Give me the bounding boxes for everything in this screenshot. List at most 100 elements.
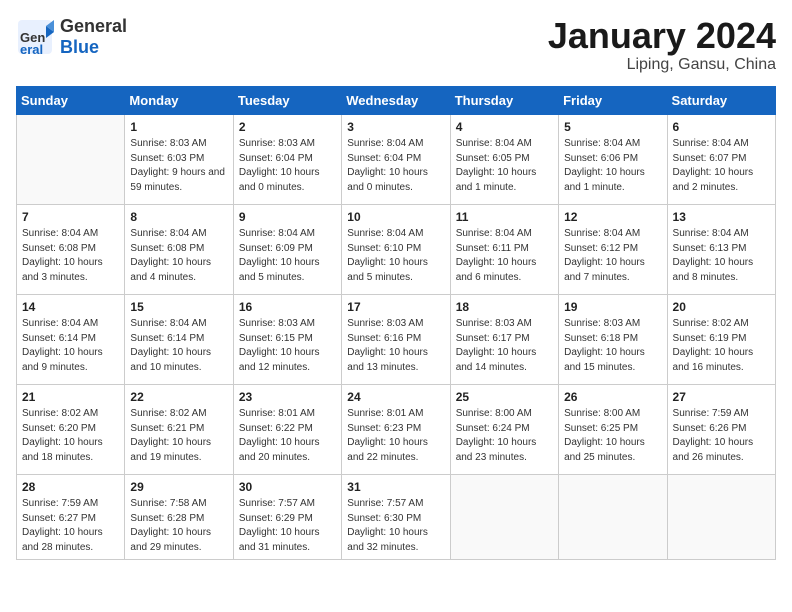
day-info: Sunrise: 8:02 AM Sunset: 6:21 PM Dayligh… (130, 407, 227, 465)
calendar-cell (667, 474, 775, 560)
calendar-cell: 18Sunrise: 8:03 AM Sunset: 6:17 PM Dayli… (450, 294, 558, 384)
calendar-cell: 17Sunrise: 8:03 AM Sunset: 6:16 PM Dayli… (342, 294, 450, 384)
day-info: Sunrise: 8:04 AM Sunset: 6:08 PM Dayligh… (130, 227, 227, 285)
day-info: Sunrise: 7:57 AM Sunset: 6:30 PM Dayligh… (347, 497, 444, 555)
day-info: Sunrise: 7:59 AM Sunset: 6:26 PM Dayligh… (673, 407, 770, 465)
calendar-cell: 14Sunrise: 8:04 AM Sunset: 6:14 PM Dayli… (17, 294, 125, 384)
day-info: Sunrise: 8:04 AM Sunset: 6:13 PM Dayligh… (673, 227, 770, 285)
day-info: Sunrise: 8:01 AM Sunset: 6:22 PM Dayligh… (239, 407, 336, 465)
calendar-cell: 10Sunrise: 8:04 AM Sunset: 6:10 PM Dayli… (342, 204, 450, 294)
day-info: Sunrise: 7:57 AM Sunset: 6:29 PM Dayligh… (239, 497, 336, 555)
day-info: Sunrise: 8:04 AM Sunset: 6:06 PM Dayligh… (564, 137, 661, 195)
day-number: 13 (673, 209, 770, 226)
day-number: 16 (239, 299, 336, 316)
day-number: 5 (564, 119, 661, 136)
day-number: 25 (456, 389, 553, 406)
location: Liping, Gansu, China (548, 56, 776, 74)
logo-blue: Blue (60, 37, 127, 58)
day-info: Sunrise: 8:04 AM Sunset: 6:14 PM Dayligh… (22, 317, 119, 375)
day-info: Sunrise: 8:02 AM Sunset: 6:19 PM Dayligh… (673, 317, 770, 375)
calendar-cell: 8Sunrise: 8:04 AM Sunset: 6:08 PM Daylig… (125, 204, 233, 294)
day-number: 2 (239, 119, 336, 136)
calendar-cell: 20Sunrise: 8:02 AM Sunset: 6:19 PM Dayli… (667, 294, 775, 384)
day-number: 7 (22, 209, 119, 226)
calendar-cell: 30Sunrise: 7:57 AM Sunset: 6:29 PM Dayli… (233, 474, 341, 560)
weekday-header-tuesday: Tuesday (233, 86, 341, 114)
day-number: 14 (22, 299, 119, 316)
day-number: 4 (456, 119, 553, 136)
day-number: 12 (564, 209, 661, 226)
day-info: Sunrise: 8:02 AM Sunset: 6:20 PM Dayligh… (22, 407, 119, 465)
weekday-header-monday: Monday (125, 86, 233, 114)
calendar-cell: 4Sunrise: 8:04 AM Sunset: 6:05 PM Daylig… (450, 114, 558, 204)
calendar-cell: 22Sunrise: 8:02 AM Sunset: 6:21 PM Dayli… (125, 384, 233, 474)
calendar-cell (559, 474, 667, 560)
calendar-cell (450, 474, 558, 560)
day-number: 21 (22, 389, 119, 406)
day-info: Sunrise: 8:04 AM Sunset: 6:04 PM Dayligh… (347, 137, 444, 195)
calendar-cell: 23Sunrise: 8:01 AM Sunset: 6:22 PM Dayli… (233, 384, 341, 474)
svg-text:eral: eral (20, 42, 43, 56)
day-number: 27 (673, 389, 770, 406)
day-number: 8 (130, 209, 227, 226)
day-number: 9 (239, 209, 336, 226)
calendar-cell: 2Sunrise: 8:03 AM Sunset: 6:04 PM Daylig… (233, 114, 341, 204)
calendar-cell (17, 114, 125, 204)
calendar-cell: 19Sunrise: 8:03 AM Sunset: 6:18 PM Dayli… (559, 294, 667, 384)
day-info: Sunrise: 8:04 AM Sunset: 6:10 PM Dayligh… (347, 227, 444, 285)
calendar-cell: 26Sunrise: 8:00 AM Sunset: 6:25 PM Dayli… (559, 384, 667, 474)
calendar-week-row: 1Sunrise: 8:03 AM Sunset: 6:03 PM Daylig… (17, 114, 776, 204)
calendar-cell: 11Sunrise: 8:04 AM Sunset: 6:11 PM Dayli… (450, 204, 558, 294)
day-number: 31 (347, 479, 444, 496)
day-number: 15 (130, 299, 227, 316)
logo-icon: Gen eral (16, 18, 54, 56)
calendar-table: SundayMondayTuesdayWednesdayThursdayFrid… (16, 86, 776, 561)
day-number: 17 (347, 299, 444, 316)
calendar-cell: 9Sunrise: 8:04 AM Sunset: 6:09 PM Daylig… (233, 204, 341, 294)
calendar-week-row: 28Sunrise: 7:59 AM Sunset: 6:27 PM Dayli… (17, 474, 776, 560)
day-info: Sunrise: 8:04 AM Sunset: 6:12 PM Dayligh… (564, 227, 661, 285)
day-number: 3 (347, 119, 444, 136)
calendar-cell: 29Sunrise: 7:58 AM Sunset: 6:28 PM Dayli… (125, 474, 233, 560)
day-number: 11 (456, 209, 553, 226)
day-info: Sunrise: 8:04 AM Sunset: 6:09 PM Dayligh… (239, 227, 336, 285)
day-info: Sunrise: 8:03 AM Sunset: 6:16 PM Dayligh… (347, 317, 444, 375)
day-number: 22 (130, 389, 227, 406)
day-info: Sunrise: 8:03 AM Sunset: 6:18 PM Dayligh… (564, 317, 661, 375)
day-number: 20 (673, 299, 770, 316)
day-info: Sunrise: 8:04 AM Sunset: 6:08 PM Dayligh… (22, 227, 119, 285)
logo-general: General (60, 16, 127, 37)
day-info: Sunrise: 8:00 AM Sunset: 6:25 PM Dayligh… (564, 407, 661, 465)
day-number: 18 (456, 299, 553, 316)
day-number: 24 (347, 389, 444, 406)
calendar-cell: 1Sunrise: 8:03 AM Sunset: 6:03 PM Daylig… (125, 114, 233, 204)
day-info: Sunrise: 8:00 AM Sunset: 6:24 PM Dayligh… (456, 407, 553, 465)
day-number: 10 (347, 209, 444, 226)
day-number: 26 (564, 389, 661, 406)
day-number: 28 (22, 479, 119, 496)
calendar-week-row: 7Sunrise: 8:04 AM Sunset: 6:08 PM Daylig… (17, 204, 776, 294)
day-info: Sunrise: 7:58 AM Sunset: 6:28 PM Dayligh… (130, 497, 227, 555)
day-number: 6 (673, 119, 770, 136)
day-number: 1 (130, 119, 227, 136)
day-info: Sunrise: 8:03 AM Sunset: 6:15 PM Dayligh… (239, 317, 336, 375)
calendar-cell: 28Sunrise: 7:59 AM Sunset: 6:27 PM Dayli… (17, 474, 125, 560)
calendar-week-row: 21Sunrise: 8:02 AM Sunset: 6:20 PM Dayli… (17, 384, 776, 474)
weekday-header-sunday: Sunday (17, 86, 125, 114)
day-info: Sunrise: 8:03 AM Sunset: 6:04 PM Dayligh… (239, 137, 336, 195)
weekday-header-row: SundayMondayTuesdayWednesdayThursdayFrid… (17, 86, 776, 114)
day-info: Sunrise: 8:03 AM Sunset: 6:03 PM Dayligh… (130, 137, 227, 195)
weekday-header-thursday: Thursday (450, 86, 558, 114)
calendar-cell: 5Sunrise: 8:04 AM Sunset: 6:06 PM Daylig… (559, 114, 667, 204)
calendar-cell: 12Sunrise: 8:04 AM Sunset: 6:12 PM Dayli… (559, 204, 667, 294)
weekday-header-saturday: Saturday (667, 86, 775, 114)
calendar-cell: 16Sunrise: 8:03 AM Sunset: 6:15 PM Dayli… (233, 294, 341, 384)
month-title: January 2024 (548, 16, 776, 56)
calendar-cell: 15Sunrise: 8:04 AM Sunset: 6:14 PM Dayli… (125, 294, 233, 384)
day-info: Sunrise: 8:01 AM Sunset: 6:23 PM Dayligh… (347, 407, 444, 465)
day-info: Sunrise: 8:04 AM Sunset: 6:07 PM Dayligh… (673, 137, 770, 195)
calendar-cell: 3Sunrise: 8:04 AM Sunset: 6:04 PM Daylig… (342, 114, 450, 204)
day-info: Sunrise: 8:04 AM Sunset: 6:11 PM Dayligh… (456, 227, 553, 285)
calendar-week-row: 14Sunrise: 8:04 AM Sunset: 6:14 PM Dayli… (17, 294, 776, 384)
day-number: 19 (564, 299, 661, 316)
